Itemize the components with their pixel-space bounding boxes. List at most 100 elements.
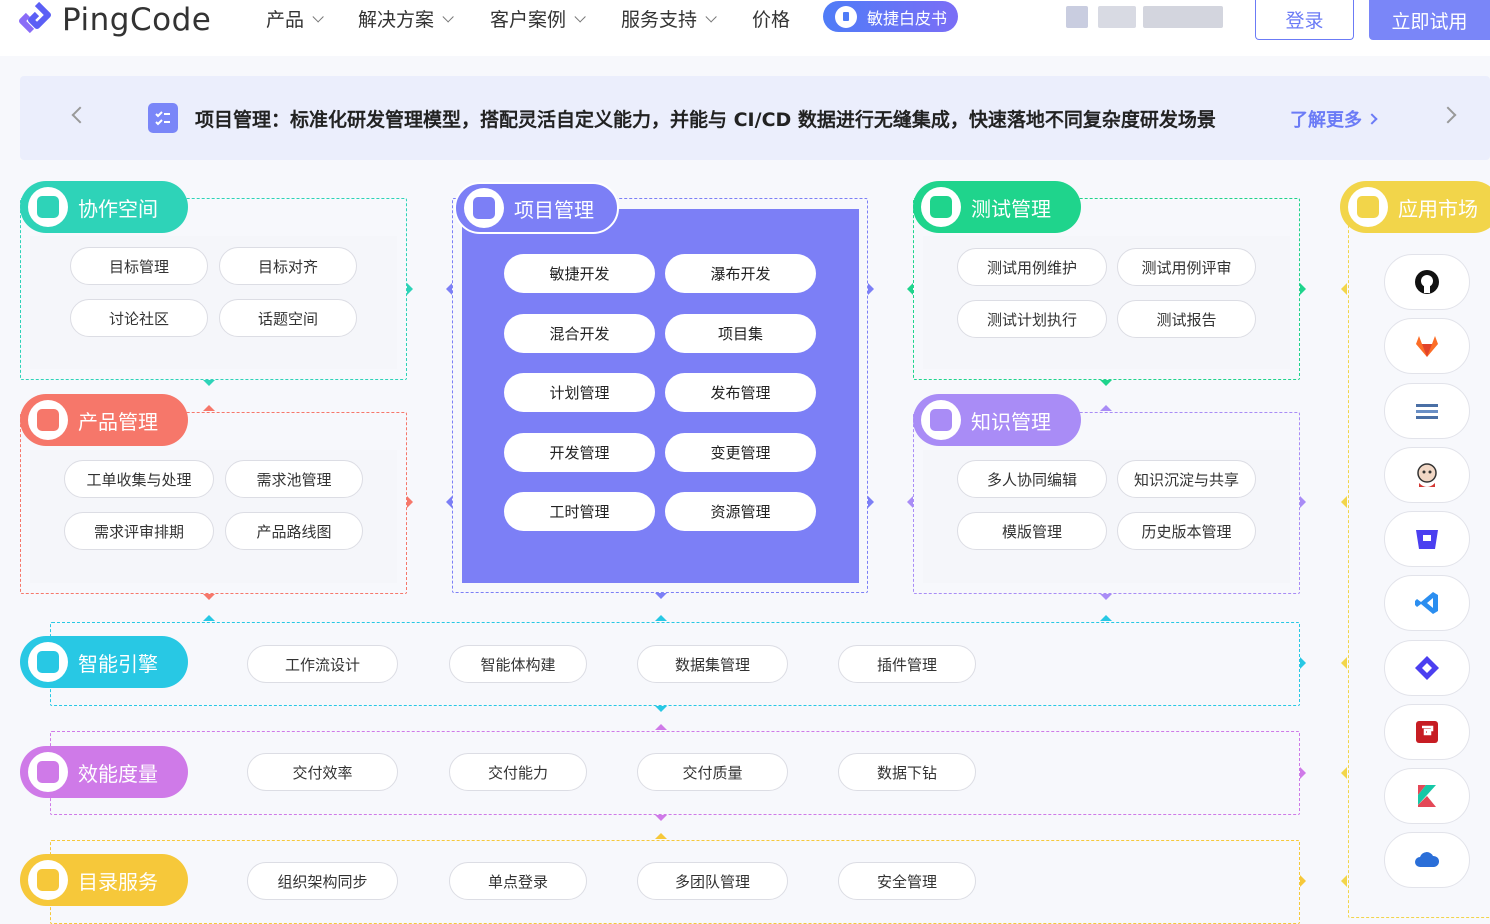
connector-arrow [868, 496, 874, 508]
connector-arrow [1341, 875, 1347, 887]
directory-item[interactable]: 多团队管理 [637, 862, 788, 900]
metrics-tag[interactable]: 效能度量 [20, 746, 188, 798]
knowledge-item[interactable]: 模版管理 [957, 512, 1107, 550]
knowledge-item[interactable]: 历史版本管理 [1117, 512, 1256, 550]
knowledge-tag[interactable]: 知识管理 [913, 394, 1081, 446]
nav-solutions[interactable]: 解决方案 [358, 5, 454, 32]
test-item[interactable]: 测试计划执行 [957, 300, 1107, 338]
collab-title: 协作空间 [78, 196, 158, 221]
connector-arrow [1300, 875, 1306, 887]
flask-icon [921, 187, 961, 227]
jenkins-icon [1417, 463, 1437, 487]
knowledge-item[interactable]: 多人协同编辑 [957, 460, 1107, 498]
directory-item[interactable]: 单点登录 [449, 862, 587, 900]
whitepaper-badge[interactable]: 敏捷白皮书 [823, 1, 958, 32]
bitbucket-app-tile[interactable] [1384, 511, 1470, 567]
ai-tag[interactable]: 智能引擎 [20, 636, 188, 688]
project-item[interactable]: 资源管理 [665, 492, 816, 531]
kotlin-icon [1418, 785, 1436, 807]
ai-item[interactable]: 工作流设计 [247, 645, 398, 683]
product-tag[interactable]: 产品管理 [20, 394, 188, 446]
book-icon [921, 400, 961, 440]
collab-item[interactable]: 目标对齐 [219, 247, 357, 285]
ai-item[interactable]: 智能体构建 [449, 645, 587, 683]
ai-item[interactable]: 数据集管理 [637, 645, 788, 683]
project-icon [148, 103, 178, 133]
connector-arrow [1300, 496, 1306, 508]
test-tag[interactable]: 测试管理 [913, 181, 1081, 233]
project-item[interactable]: 变更管理 [665, 433, 816, 472]
nav-products[interactable]: 产品 [266, 5, 324, 32]
connector-arrow [655, 815, 667, 821]
nav-cases[interactable]: 客户案例 [490, 5, 586, 32]
stack-icon [1416, 404, 1438, 419]
nav-pricing[interactable]: 价格 [752, 5, 790, 32]
project-item[interactable]: 开发管理 [504, 433, 655, 472]
kotlin-app-tile[interactable] [1384, 768, 1470, 824]
connector-arrow [655, 706, 667, 712]
connector-arrow [907, 283, 913, 295]
project-item[interactable]: 混合开发 [504, 314, 655, 353]
knowledge-item[interactable]: 知识沉淀与共享 [1117, 460, 1256, 498]
directory-item[interactable]: 安全管理 [838, 862, 976, 900]
project-item[interactable]: 项目集 [665, 314, 816, 353]
jira-app-tile[interactable] [1384, 640, 1470, 696]
directory-tag[interactable]: 目录服务 [20, 854, 188, 906]
gitee-app-tile[interactable] [1384, 704, 1470, 760]
vscode-app-tile[interactable] [1384, 575, 1470, 631]
directory-item[interactable]: 组织架构同步 [247, 862, 398, 900]
project-tag[interactable]: 项目管理 [454, 182, 619, 234]
connector-arrow [655, 724, 667, 730]
product-item[interactable]: 需求评审排期 [64, 512, 214, 550]
collab-item[interactable]: 讨论社区 [70, 299, 208, 337]
connector-arrow [1341, 767, 1347, 779]
ai-item[interactable]: 插件管理 [838, 645, 976, 683]
project-item[interactable]: 敏捷开发 [504, 254, 655, 293]
chevron-left-icon[interactable] [71, 106, 89, 124]
test-item[interactable]: 测试用例评审 [1117, 248, 1256, 286]
project-item[interactable]: 计划管理 [504, 373, 655, 412]
product-item[interactable]: 需求池管理 [225, 460, 363, 498]
product-item[interactable]: 产品路线图 [225, 512, 363, 550]
free-trial-button[interactable]: 立即试用 [1369, 0, 1490, 40]
chevron-down-icon [442, 10, 454, 23]
connector-arrow [203, 594, 215, 600]
metrics-item[interactable]: 交付质量 [637, 753, 788, 791]
gitlab-app-tile[interactable] [1384, 318, 1470, 374]
connector-arrow [1100, 380, 1112, 386]
collab-item[interactable]: 目标管理 [70, 247, 208, 285]
jenkins-app-tile[interactable] [1384, 447, 1470, 503]
project-item[interactable]: 瀑布开发 [665, 254, 816, 293]
login-button[interactable]: 登录 [1255, 0, 1354, 40]
nav-support[interactable]: 服务支持 [621, 5, 717, 32]
connector-arrow [655, 615, 667, 621]
cloud-icon [1415, 852, 1440, 867]
github-app-tile[interactable] [1384, 254, 1470, 310]
banner-text: 项目管理：标准化研发管理模型，搭配灵活自定义能力，并能与 CI/CD 数据进行无… [195, 109, 1216, 131]
connector-arrow [655, 833, 667, 839]
product-item[interactable]: 工单收集与处理 [64, 460, 214, 498]
handshake-icon [28, 187, 68, 227]
stack-app-tile[interactable] [1384, 383, 1470, 439]
metrics-item[interactable]: 数据下钻 [838, 753, 976, 791]
metrics-item[interactable]: 交付能力 [449, 753, 587, 791]
pingcode-logo-icon [19, 1, 51, 34]
test-item[interactable]: 测试报告 [1117, 300, 1256, 338]
checklist-icon [464, 188, 504, 228]
cloud-app-tile[interactable] [1384, 832, 1470, 888]
chevron-right-icon[interactable] [1439, 106, 1457, 124]
collab-item[interactable]: 话题空间 [219, 299, 357, 337]
test-item[interactable]: 测试用例维护 [957, 248, 1107, 286]
learn-more-link[interactable]: 了解更多 [1290, 106, 1378, 132]
jira-icon [1415, 656, 1439, 680]
logo[interactable]: PingCode [18, 0, 211, 40]
book-icon [835, 5, 857, 28]
metrics-item[interactable]: 交付效率 [247, 753, 398, 791]
project-item[interactable]: 发布管理 [665, 373, 816, 412]
nav-label: 价格 [752, 9, 791, 31]
project-item[interactable]: 工时管理 [504, 492, 655, 531]
connector-arrow [1341, 657, 1347, 669]
collab-tag[interactable]: 协作空间 [20, 181, 188, 233]
market-tag[interactable]: 应用市场 [1340, 181, 1490, 233]
github-icon [1415, 270, 1439, 294]
